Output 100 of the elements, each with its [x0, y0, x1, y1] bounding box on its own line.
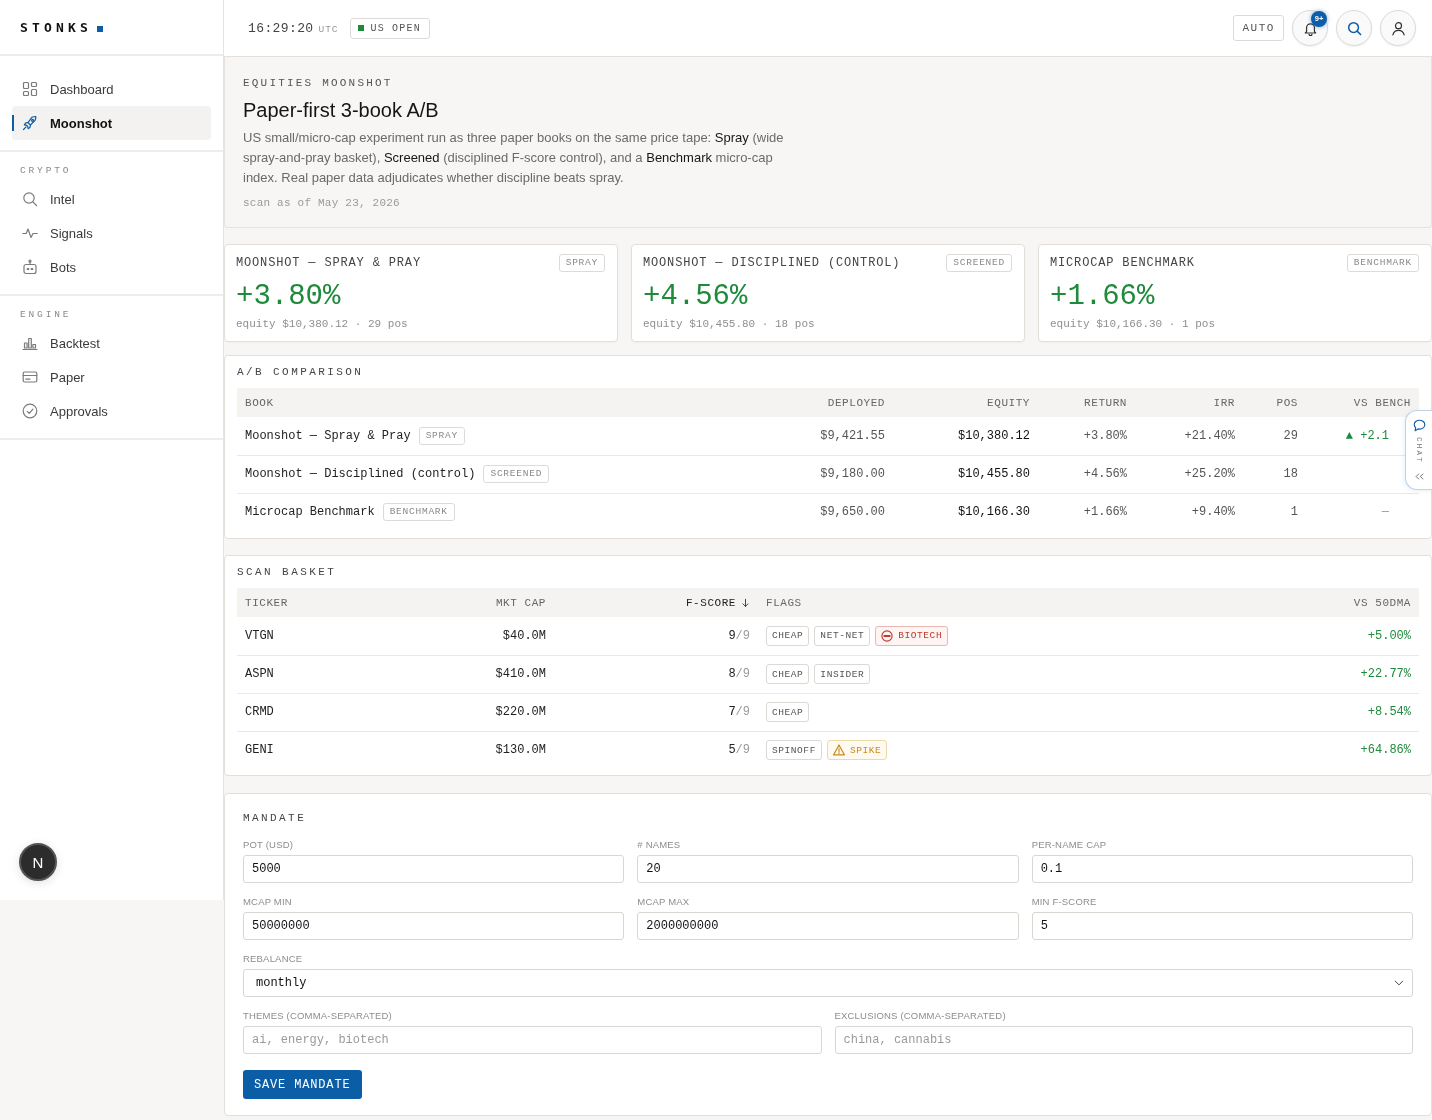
input-field[interactable]: china, cannabis: [834, 1026, 1413, 1054]
input-field[interactable]: 20: [637, 855, 1019, 883]
return-value: +3.80%: [1083, 428, 1127, 443]
book-summary: equity $10,166.30 · 1 pos: [1050, 317, 1217, 331]
book-title: MOONSHOT — DISCIPLINED (CONTROL): [643, 256, 901, 270]
field-label: MIN F-SCORE: [1031, 896, 1098, 908]
warning-icon: [832, 744, 845, 757]
sidebar-item[interactable]: Signals: [12, 216, 211, 250]
logo-mark-icon: [96, 25, 103, 32]
vs-bench-value: —: [1381, 505, 1389, 520]
book-tag: SPRAY: [418, 426, 465, 445]
rocket-icon: [22, 115, 38, 131]
section-title: MANDATE: [243, 812, 308, 824]
column-header: MKT CAP: [495, 596, 546, 609]
flag-tag: NET-NET: [814, 625, 871, 646]
field-label: PER-NAME CAP: [1031, 839, 1108, 851]
f-score: 8/9: [728, 667, 750, 681]
double-chevron-icon: [1414, 473, 1424, 480]
column-header: VS BENCH: [1353, 396, 1411, 409]
input-field[interactable]: 5: [1031, 912, 1413, 940]
app-logo: STONKS: [20, 19, 92, 35]
deployed-value: $9,650.00: [820, 505, 885, 520]
save-button[interactable]: SAVE MANDATE: [243, 1070, 362, 1099]
column-header: DEPLOYED: [827, 396, 885, 409]
flag-tag: CHEAP: [766, 702, 810, 722]
column-header: IRR: [1213, 396, 1235, 409]
return-value: +3.80%: [236, 280, 342, 314]
sidebar-item[interactable]: Moonshot: [12, 106, 211, 140]
irr-value: +21.40%: [1184, 428, 1235, 443]
field-label: MCAP MIN: [243, 896, 293, 908]
book-tag: SCREENED: [483, 465, 550, 483]
flag-tag: CHEAP: [766, 664, 810, 684]
user-icon: [1390, 20, 1406, 36]
sidebar-item[interactable]: Bots: [12, 250, 211, 284]
grid-icon: [22, 81, 38, 97]
deployed-value: $9,421.55: [820, 428, 885, 443]
field-label: EXCLUSIONS (COMMA-SEPARATED): [834, 1010, 1007, 1022]
f-score: 7/9: [728, 705, 750, 719]
deployed-value: $9,180.00: [820, 467, 885, 481]
equity-value: $10,166.30: [958, 505, 1030, 520]
check-circle-icon: [22, 403, 38, 419]
chat-bubble-icon: [1412, 419, 1426, 432]
column-header[interactable]: F-SCORE: [685, 596, 736, 609]
field-label: MCAP MAX: [637, 896, 691, 908]
section-title: SCAN BASKET: [237, 566, 338, 578]
sort-down-icon: [741, 597, 750, 608]
sidebar-item[interactable]: Intel: [12, 182, 211, 216]
vs-50dma-value: +5.00%: [1367, 628, 1411, 643]
column-header: EQUITY: [987, 396, 1030, 409]
section-title: A/B COMPARISON: [237, 366, 365, 378]
field-label: # NAMES: [637, 839, 682, 851]
return-value: +4.56%: [643, 280, 749, 314]
flag-tag: SPINOFF: [766, 740, 822, 761]
book-name: Moonshot — Spray & Pray: [245, 428, 411, 443]
field-label: POT (USD): [243, 839, 295, 851]
book-title: MOONSHOT — SPRAY & PRAY: [236, 256, 421, 270]
book-name: Moonshot — Disciplined (control): [245, 467, 476, 481]
f-score: 9/9: [728, 628, 750, 643]
ticker: ASPN: [245, 667, 274, 681]
chevron-down-icon: [1394, 978, 1404, 988]
input-field[interactable]: 2000000000: [637, 912, 1019, 940]
input-field[interactable]: ai, energy, biotech: [243, 1026, 822, 1054]
position-count: 1: [1290, 505, 1298, 520]
scan-date: scan as of May 23, 2026: [243, 196, 401, 210]
book-title: MICROCAP BENCHMARK: [1050, 256, 1195, 270]
card-icon: [22, 369, 38, 385]
time-zone: UTC: [318, 23, 339, 35]
page-title: Paper-first 3-book A/B: [243, 98, 440, 123]
book-summary: equity $10,455.80 · 18 pos: [643, 317, 816, 331]
input-field[interactable]: 50000000: [243, 912, 625, 940]
book-tag: SCREENED: [946, 254, 1012, 272]
ticker: CRMD: [245, 705, 274, 719]
input-field[interactable]: 5000: [243, 855, 625, 883]
return-value: +1.66%: [1050, 280, 1156, 314]
column-header: FLAGS: [766, 596, 802, 609]
input-field[interactable]: 0.1: [1031, 855, 1413, 883]
book-name: Microcap Benchmark: [245, 505, 375, 520]
column-header: VS 50DMA: [1353, 596, 1411, 609]
sidebar-item[interactable]: Approvals: [12, 394, 211, 428]
flag-tag: INSIDER: [814, 664, 871, 684]
book-tag: SPRAY: [558, 254, 605, 272]
f-score: 5/9: [728, 743, 750, 758]
column-header: BOOK: [245, 396, 274, 409]
sidebar-item[interactable]: Dashboard: [12, 72, 211, 106]
market-status-label: US OPEN: [370, 22, 421, 34]
equity-value: $10,380.12: [958, 428, 1030, 443]
robot-icon: [22, 259, 38, 275]
irr-value: +9.40%: [1191, 505, 1235, 520]
search-button[interactable]: [1336, 10, 1372, 46]
sidebar-item[interactable]: Backtest: [12, 326, 211, 360]
position-count: 29: [1283, 428, 1298, 443]
select-field[interactable]: monthly: [243, 969, 1413, 997]
field-label: REBALANCE: [243, 953, 304, 965]
flag-tag: BIOTECH: [875, 625, 949, 646]
ticker: VTGN: [245, 628, 274, 643]
sidebar-item[interactable]: Paper: [12, 360, 211, 394]
auto-mode-button[interactable]: AUTO: [1233, 15, 1284, 41]
book-summary: equity $10,380.12 · 29 pos: [236, 317, 409, 331]
account-button[interactable]: [1380, 10, 1416, 46]
market-cap: $40.0M: [502, 628, 546, 643]
